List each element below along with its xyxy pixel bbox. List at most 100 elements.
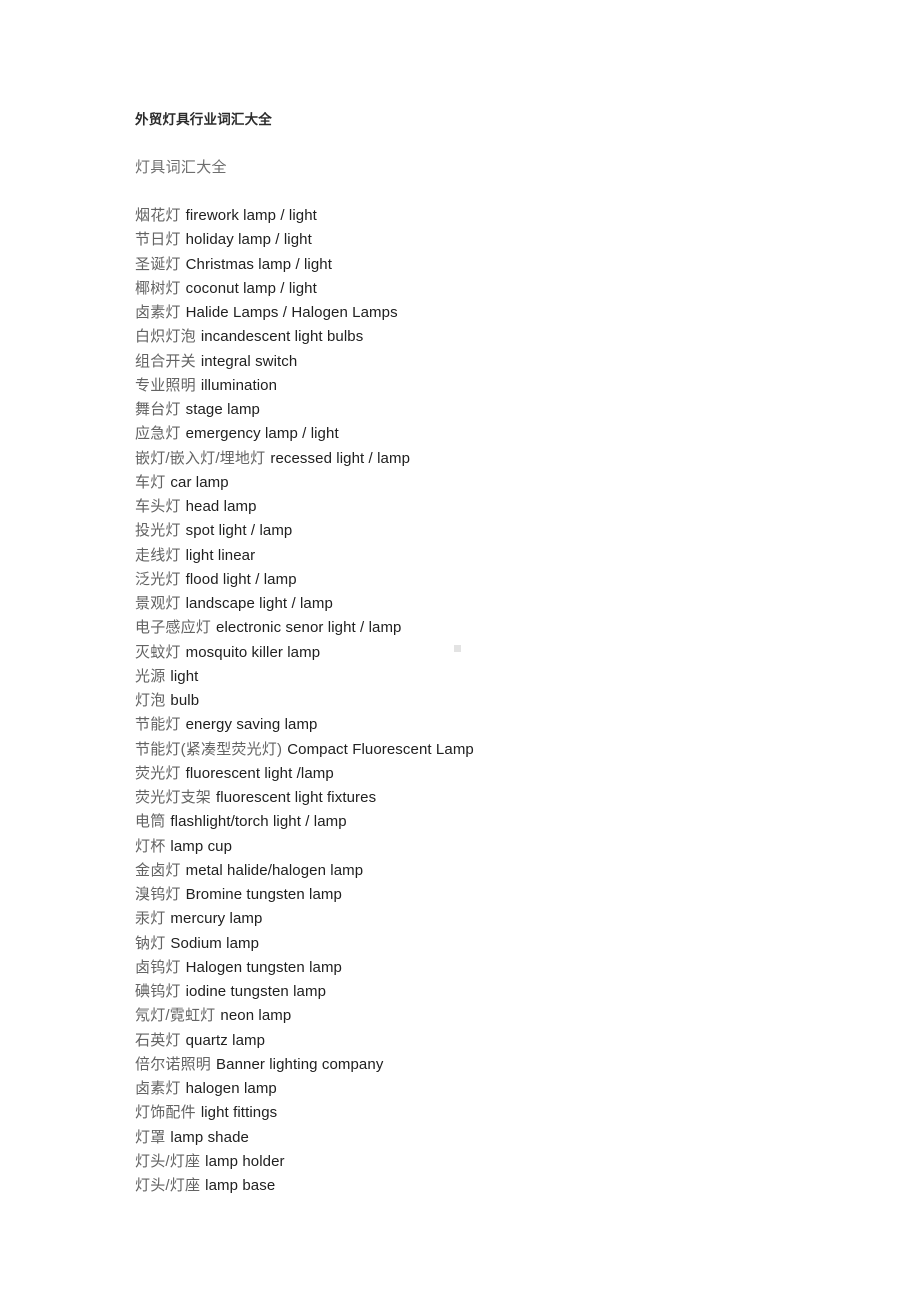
glossary-term-english: Banner lighting company: [216, 1055, 384, 1073]
glossary-entry: 荧光灯 fluorescent light /lamp: [135, 762, 835, 786]
glossary-term-chinese: 灯饰配件: [135, 1104, 196, 1122]
glossary-entry: 景观灯 landscape light / lamp: [135, 592, 835, 616]
glossary-entry: 白炽灯泡 incandescent light bulbs: [135, 325, 835, 349]
glossary-term-english: halogen lamp: [185, 1080, 277, 1097]
glossary-term-chinese: 灯头/灯座: [135, 1177, 201, 1194]
subtitle-spacer: [135, 178, 835, 204]
glossary-entry: 舞台灯 stage lamp: [135, 398, 835, 422]
glossary-term-chinese: 氖灯/霓虹灯: [135, 1007, 216, 1025]
glossary-entry: 金卤灯 metal halide/halogen lamp: [135, 859, 835, 883]
glossary-term-chinese: 泛光灯: [135, 570, 181, 588]
glossary-term-chinese: 投光灯: [135, 522, 181, 540]
glossary-term-english: landscape light / lamp: [185, 595, 333, 612]
glossary-term-english: recessed light / lamp: [270, 449, 411, 467]
glossary-term-chinese: 专业照明: [135, 376, 196, 394]
glossary-term-english: holiday lamp / light: [185, 231, 312, 249]
glossary-term-english: stage lamp: [185, 401, 260, 418]
glossary-entry: 钠灯 Sodium lamp: [135, 932, 835, 956]
glossary-entry: 泛光灯 flood light / lamp: [135, 568, 835, 592]
glossary-term-english: quartz lamp: [185, 1031, 266, 1049]
glossary-entry: 烟花灯 firework lamp / light: [135, 204, 835, 228]
glossary-term-english: flood light / lamp: [185, 570, 297, 588]
glossary-entry: 灭蚊灯 mosquito killer lamp: [135, 641, 835, 665]
glossary-term-chinese: 卤素灯: [135, 304, 181, 321]
glossary-entry: 灯杯 lamp cup: [135, 835, 835, 859]
glossary-entry: 荧光灯支架 fluorescent light fixtures: [135, 786, 835, 810]
glossary-term-english: metal halide/halogen lamp: [185, 861, 364, 879]
glossary-term-english: mosquito killer lamp: [185, 643, 321, 661]
glossary-term-english: incandescent light bulbs: [200, 328, 364, 346]
glossary-term-english: electronic senor light / lamp: [216, 619, 402, 637]
glossary-term-english: firework lamp / light: [185, 207, 317, 224]
glossary-term-chinese: 白炽灯泡: [135, 328, 196, 346]
glossary-term-english: iodine tungsten lamp: [185, 983, 327, 1000]
page-title: 外贸灯具行业词汇大全: [135, 112, 272, 127]
glossary-term-chinese: 节能灯: [135, 716, 181, 734]
glossary-term-chinese: 钠灯: [135, 934, 166, 952]
glossary-term-chinese: 灯泡: [135, 692, 166, 709]
glossary-entry: 圣诞灯 Christmas lamp / light: [135, 253, 835, 277]
glossary-entry: 节日灯 holiday lamp / light: [135, 228, 835, 252]
glossary-term-chinese: 卤钨灯: [135, 958, 181, 976]
glossary-term-english: bulb: [170, 692, 200, 709]
glossary-entry: 灯头/灯座 lamp base: [135, 1174, 835, 1198]
glossary-entry: 应急灯 emergency lamp / light: [135, 422, 835, 446]
glossary-term-english: lamp base: [205, 1177, 276, 1194]
glossary-term-chinese: 应急灯: [135, 425, 181, 443]
glossary-term-chinese: 椰树灯: [135, 279, 181, 297]
glossary-entry: 走线灯 light linear: [135, 544, 835, 568]
glossary-entry: 车头灯 head lamp: [135, 495, 835, 519]
glossary-term-chinese: 灯头/灯座: [135, 1152, 201, 1170]
glossary-entry: 倍尔诺照明 Banner lighting company: [135, 1053, 835, 1077]
glossary-term-chinese: 卤素灯: [135, 1080, 181, 1097]
glossary-term-chinese: 电筒: [135, 813, 166, 831]
glossary-term-english: neon lamp: [220, 1007, 292, 1025]
glossary-entry: 专业照明 illumination: [135, 374, 835, 398]
glossary-entry: 溴钨灯 Bromine tungsten lamp: [135, 883, 835, 907]
glossary-term-english: flashlight/torch light / lamp: [170, 813, 347, 831]
glossary-term-english: car lamp: [170, 473, 229, 491]
glossary-term-english: mercury lamp: [170, 910, 263, 928]
glossary-term-english: illumination: [200, 376, 278, 394]
glossary-entry: 碘钨灯 iodine tungsten lamp: [135, 980, 835, 1004]
glossary-term-chinese: 倍尔诺照明: [135, 1055, 212, 1073]
glossary-term-english: energy saving lamp: [185, 716, 318, 734]
glossary-term-chinese: 走线灯: [135, 546, 181, 564]
glossary-term-english: fluorescent light /lamp: [185, 764, 334, 782]
glossary-term-english: Christmas lamp / light: [185, 255, 333, 273]
glossary-entry: 石英灯 quartz lamp: [135, 1029, 835, 1053]
glossary-term-chinese: 荧光灯支架: [135, 789, 212, 806]
scan-artifact-mark: [454, 645, 461, 652]
glossary-term-english: Compact Fluorescent Lamp: [287, 740, 474, 758]
glossary-entry: 汞灯 mercury lamp: [135, 907, 835, 931]
glossary-term-english: Halide Lamps / Halogen Lamps: [185, 304, 398, 321]
glossary-term-chinese: 舞台灯: [135, 401, 181, 418]
glossary-entry: 灯泡 bulb: [135, 689, 835, 713]
glossary-term-chinese: 烟花灯: [135, 207, 181, 224]
glossary-entry: 投光灯 spot light / lamp: [135, 519, 835, 543]
glossary-term-english: lamp holder: [205, 1152, 285, 1170]
glossary-term-english: head lamp: [185, 498, 257, 515]
glossary-entry: 卤素灯 Halide Lamps / Halogen Lamps: [135, 301, 835, 325]
glossary-term-english: spot light / lamp: [185, 522, 293, 540]
glossary-list: 烟花灯 firework lamp / light 节日灯 holiday lamp …: [135, 204, 835, 1198]
glossary-entry: 嵌灯/嵌入灯/埋地灯 recessed light / lamp: [135, 447, 835, 471]
glossary-term-english: light: [170, 667, 199, 685]
glossary-term-english: lamp shade: [170, 1128, 249, 1146]
glossary-term-chinese: 车头灯: [135, 498, 181, 515]
glossary-term-chinese: 石英灯: [135, 1031, 181, 1049]
glossary-entry: 光源 light: [135, 665, 835, 689]
glossary-entry: 灯罩 lamp shade: [135, 1126, 835, 1150]
glossary-term-chinese: 组合开关: [135, 352, 196, 370]
glossary-term-chinese: 灯罩: [135, 1128, 166, 1146]
glossary-term-chinese: 圣诞灯: [135, 255, 181, 273]
glossary-term-chinese: 电子感应灯: [135, 619, 212, 637]
glossary-term-chinese: 光源: [135, 667, 166, 685]
glossary-term-chinese: 灯杯: [135, 837, 166, 855]
glossary-term-chinese: 荧光灯: [135, 764, 181, 782]
glossary-term-english: fluorescent light fixtures: [216, 789, 377, 806]
glossary-entry: 节能灯 energy saving lamp: [135, 713, 835, 737]
glossary-term-english: integral switch: [200, 352, 298, 370]
glossary-term-chinese: 车灯: [135, 473, 166, 491]
glossary-term-chinese: 碘钨灯: [135, 983, 181, 1000]
